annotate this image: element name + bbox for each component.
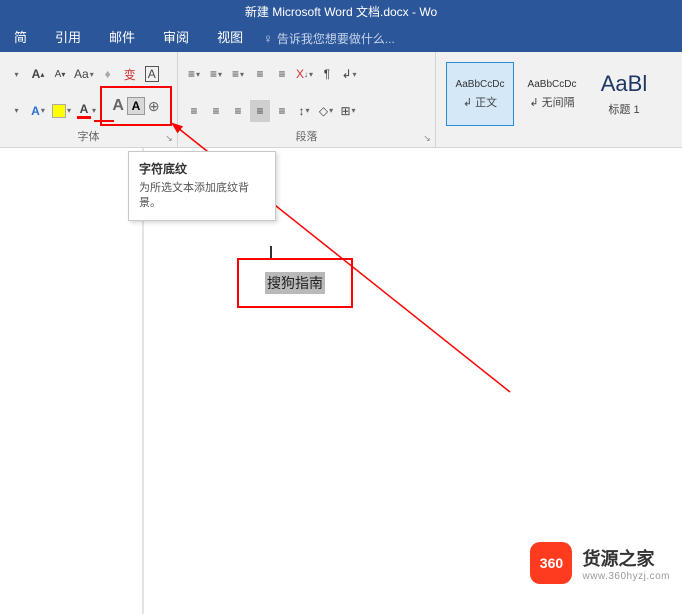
tab-review[interactable]: 审阅 — [149, 24, 203, 52]
borders-button[interactable]: ⊞▾ — [338, 100, 358, 122]
bullets-button[interactable]: ≡▾ — [184, 63, 204, 85]
tooltip-body: 为所选文本添加底纹背景。 — [139, 181, 265, 212]
watermark-badge: 360 — [530, 542, 572, 584]
font-group-label: 字体 — [6, 129, 171, 145]
increase-indent-button[interactable]: ≡ — [272, 63, 292, 85]
text-cursor-indicator — [270, 246, 272, 258]
font-dialog-launcher[interactable]: ↘ — [163, 133, 175, 145]
enclose-characters-icon: ⊕ — [148, 98, 160, 115]
shading-a-icon: A — [112, 97, 124, 115]
clear-formatting-button[interactable]: ♦ — [98, 63, 118, 85]
multilevel-list-button[interactable]: ≡▾ — [228, 63, 248, 85]
paragraph-group-label: 段落 — [184, 129, 429, 145]
align-center-button[interactable]: ≡ — [206, 100, 226, 122]
tell-me-box[interactable]: ♀ 告诉我您想要做什么... — [263, 30, 395, 47]
selected-text-highlight-box: 搜狗指南 — [237, 258, 353, 308]
title-bar: 新建 Microsoft Word 文档.docx - Wo — [0, 0, 682, 24]
justify-button[interactable]: ≡ — [250, 100, 270, 122]
font-size-caret[interactable]: ▾ — [6, 100, 26, 122]
ribbon-tab-bar: 简 引用 邮件 审阅 视图 ♀ 告诉我您想要做什么... — [0, 24, 682, 52]
show-marks-button[interactable]: ¶ — [317, 63, 337, 85]
font-dropdown-caret[interactable]: ▾ — [6, 63, 26, 85]
paragraph-shading-button[interactable]: ◇▾ — [316, 100, 336, 122]
watermark: 360 货源之家 www.360hyzj.com — [530, 542, 670, 584]
change-case-button[interactable]: Aa▾ — [72, 63, 96, 85]
document-selected-text[interactable]: 搜狗指南 — [265, 272, 325, 294]
tab-mailings[interactable]: 邮件 — [95, 24, 149, 52]
distributed-button[interactable]: ≡ — [272, 100, 292, 122]
lightbulb-icon: ♀ — [263, 31, 273, 46]
tell-me-placeholder: 告诉我您想要做什么... — [277, 30, 395, 47]
tab-simplified[interactable]: 简 — [0, 24, 41, 52]
watermark-title: 货源之家 — [582, 545, 670, 571]
paragraph-group: ≡▾ ≡▾ ≡▾ ≡ ≡ X↓▾ ¶ ↲▾ ≡ ≡ ≡ ≡ ≡ ↕▾ ◇▾ ⊞▾… — [178, 52, 436, 147]
character-shading-tooltip: 字符底纹 为所选文本添加底纹背景。 — [128, 151, 276, 221]
shading-selected-icon: A — [127, 97, 145, 115]
style-no-spacing[interactable]: AaBbCcDc ↲ 无间隔 — [518, 62, 586, 126]
align-left-button[interactable]: ≡ — [184, 100, 204, 122]
style-heading1-label: 标题 1 — [608, 101, 639, 117]
style-normal[interactable]: AaBbCcDc ↲ 正文 — [446, 62, 514, 126]
character-border-button[interactable]: A — [142, 63, 162, 85]
decrease-indent-button[interactable]: ≡ — [250, 63, 270, 85]
numbering-button[interactable]: ≡▾ — [206, 63, 226, 85]
phonetic-guide-button[interactable]: 变 — [120, 63, 140, 85]
line-spacing-button[interactable]: ↕▾ — [294, 100, 314, 122]
style-heading1[interactable]: AaBl 标题 1 — [590, 62, 658, 126]
text-effects-button[interactable]: A▾ — [28, 100, 48, 122]
paragraph-dialog-launcher[interactable]: ↘ — [421, 133, 433, 145]
styles-group: AaBbCcDc ↲ 正文 AaBbCcDc ↲ 无间隔 AaBl 标题 1 — [436, 52, 682, 147]
font-color-button[interactable]: A▾ — [75, 100, 98, 122]
grow-font-button[interactable]: A▴ — [28, 63, 48, 85]
style-heading1-preview: AaBl — [601, 71, 647, 97]
watermark-url: www.360hyzj.com — [582, 571, 670, 582]
style-nospacing-label: ↲ 无间隔 — [529, 94, 574, 110]
sort-button[interactable]: X↓▾ — [294, 63, 315, 85]
annotation-mark-horz — [94, 120, 114, 122]
align-right-button[interactable]: ≡ — [228, 100, 248, 122]
shrink-font-button[interactable]: A▾ — [50, 63, 70, 85]
tab-view[interactable]: 视图 — [203, 24, 257, 52]
style-normal-label: ↲ 正文 — [463, 94, 497, 110]
style-normal-preview: AaBbCcDc — [456, 79, 505, 90]
highlight-button[interactable]: ▾ — [50, 100, 73, 122]
tab-references[interactable]: 引用 — [41, 24, 95, 52]
asian-layout-button[interactable]: ↲▾ — [339, 63, 359, 85]
style-nospacing-preview: AaBbCcDc — [528, 79, 577, 90]
tooltip-title: 字符底纹 — [139, 160, 265, 177]
